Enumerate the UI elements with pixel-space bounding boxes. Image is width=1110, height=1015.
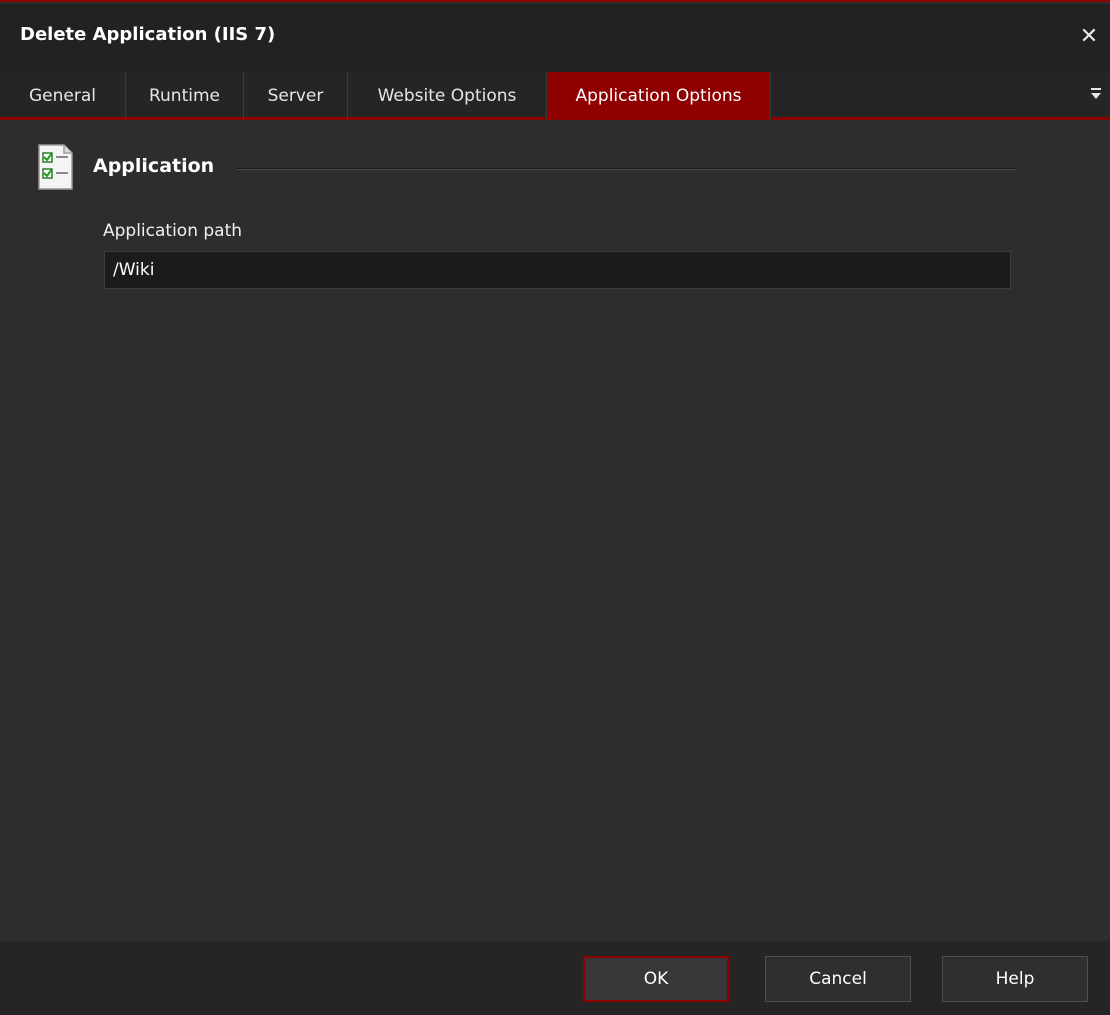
cancel-button[interactable]: Cancel: [765, 956, 911, 1002]
tab-label: Website Options: [377, 86, 517, 106]
options-panel: Application Application path: [0, 123, 1110, 941]
checklist-document-icon: [37, 143, 75, 191]
tab-runtime[interactable]: Runtime: [126, 72, 244, 120]
tab-application-options[interactable]: Application Options: [547, 72, 771, 120]
tab-label: General: [29, 86, 96, 106]
dialog-window: Delete Application (IIS 7) ✕ General Run…: [0, 0, 1110, 1015]
tab-server[interactable]: Server: [244, 72, 348, 120]
close-button[interactable]: ✕: [1076, 22, 1102, 50]
close-icon: ✕: [1079, 23, 1099, 49]
button-bar: OK Cancel Help: [0, 941, 1110, 1015]
tab-label: Application Options: [575, 86, 742, 106]
application-path-label: Application path: [103, 221, 243, 241]
title-bar: Delete Application (IIS 7) ✕: [0, 4, 1110, 72]
window-title: Delete Application (IIS 7): [20, 24, 276, 45]
tab-general[interactable]: General: [0, 72, 126, 120]
application-path-input[interactable]: [104, 251, 1011, 289]
ok-button[interactable]: OK: [583, 956, 729, 1002]
overflow-menu-icon: [1091, 88, 1101, 99]
tab-overflow-button[interactable]: [1088, 84, 1104, 104]
tab-bar: General Runtime Server Website Options A…: [0, 72, 1110, 120]
tab-website-options[interactable]: Website Options: [348, 72, 547, 120]
help-button[interactable]: Help: [942, 956, 1088, 1002]
section-divider: [237, 168, 1015, 170]
tab-label: Server: [267, 86, 324, 106]
tab-label: Runtime: [148, 86, 220, 106]
section-title: Application: [93, 155, 215, 177]
